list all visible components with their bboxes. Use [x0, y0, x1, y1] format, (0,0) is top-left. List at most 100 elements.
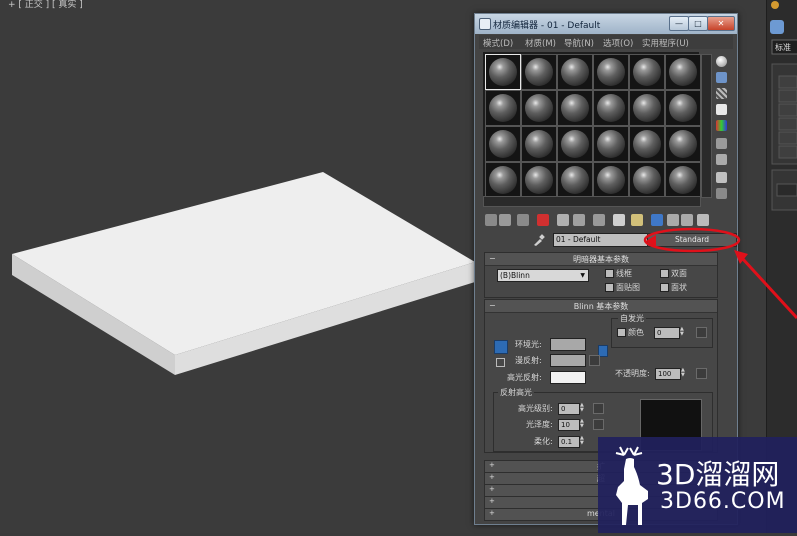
sample-slot[interactable]	[629, 126, 665, 162]
sample-slot[interactable]	[665, 126, 701, 162]
sample-uv-tiling-icon[interactable]	[716, 104, 727, 115]
material-id-icon[interactable]	[613, 214, 625, 226]
self-illum-title: 自发光	[618, 313, 646, 324]
diffuse-map-button[interactable]	[589, 355, 600, 366]
sample-slot[interactable]	[521, 90, 557, 126]
sample-slot[interactable]	[557, 90, 593, 126]
spec-level-spinner[interactable]: 0	[558, 403, 580, 415]
wire-checkbox[interactable]	[605, 269, 614, 278]
lock-ambient-diffuse-icon[interactable]	[494, 340, 508, 354]
specular-color-swatch[interactable]	[550, 371, 586, 384]
pick-material-icon[interactable]	[697, 214, 709, 226]
eyedropper-icon[interactable]	[533, 234, 545, 246]
put-to-scene-icon[interactable]	[499, 214, 511, 226]
reset-map-icon[interactable]	[537, 214, 549, 226]
two-sided-checkbox[interactable]	[660, 269, 669, 278]
sample-slot[interactable]	[593, 126, 629, 162]
sample-slot[interactable]	[521, 162, 557, 198]
put-to-library-icon[interactable]	[593, 214, 605, 226]
soften-label: 柔化:	[534, 437, 553, 446]
slots-vertical-scrollbar[interactable]	[701, 54, 712, 198]
menu-navigation[interactable]: 导航(N)	[564, 37, 594, 49]
slots-horizontal-scrollbar[interactable]	[483, 196, 701, 207]
show-end-result-icon[interactable]	[651, 214, 663, 226]
shader-type-dropdown[interactable]: (B)Blinn ▼	[497, 269, 589, 282]
rollout-header[interactable]: − 明暗器基本参数	[485, 253, 717, 266]
sample-slot[interactable]	[485, 54, 521, 90]
sample-slot[interactable]	[485, 126, 521, 162]
make-unique-icon[interactable]	[573, 214, 585, 226]
spinner-arrows-icon[interactable]: ▲ ▼	[580, 403, 586, 413]
spinner-arrows-icon[interactable]: ▲ ▼	[680, 327, 686, 337]
soften-spinner[interactable]: 0.1	[558, 436, 580, 448]
material-toolbar	[483, 213, 727, 229]
rollout-header[interactable]: − Blinn 基本参数	[485, 300, 717, 313]
lock-diffuse-specular-icon[interactable]	[496, 358, 505, 367]
sample-slot[interactable]	[665, 90, 701, 126]
material-type-button[interactable]: Standard	[647, 233, 737, 247]
sample-slot[interactable]	[485, 90, 521, 126]
get-material-icon[interactable]	[485, 214, 497, 226]
sample-slot[interactable]	[521, 126, 557, 162]
faceted-checkbox[interactable]	[660, 283, 669, 292]
show-map-icon[interactable]	[631, 214, 643, 226]
spec-level-map-button[interactable]	[593, 403, 604, 414]
minimize-button[interactable]: —	[669, 16, 689, 31]
video-color-check-icon[interactable]	[716, 120, 727, 131]
menu-mode[interactable]: 模式(D)	[483, 37, 513, 49]
sample-slot[interactable]	[593, 90, 629, 126]
glossiness-map-button[interactable]	[593, 419, 604, 430]
backlight-icon[interactable]	[716, 72, 727, 83]
material-sphere-preview	[669, 58, 697, 86]
assign-to-selection-icon[interactable]	[517, 214, 529, 226]
material-sphere-preview	[633, 58, 661, 86]
go-forward-icon[interactable]	[681, 214, 693, 226]
sample-slot[interactable]	[629, 90, 665, 126]
sample-slot[interactable]	[557, 162, 593, 198]
self-illum-color-checkbox[interactable]	[617, 328, 626, 337]
diffuse-color-swatch[interactable]	[550, 354, 586, 367]
sample-type-icon[interactable]	[716, 56, 727, 67]
self-illum-map-button[interactable]	[696, 327, 707, 338]
copy-material-icon[interactable]	[557, 214, 569, 226]
material-name-field[interactable]: 01 - Default	[553, 233, 649, 247]
opacity-map-button[interactable]	[696, 368, 707, 379]
material-sphere-preview	[597, 130, 625, 158]
sample-slot[interactable]	[557, 54, 593, 90]
opacity-spinner[interactable]: 100	[655, 368, 681, 380]
sample-slot[interactable]	[593, 54, 629, 90]
glossiness-spinner[interactable]: 10	[558, 419, 580, 431]
face-map-checkbox[interactable]	[605, 283, 614, 292]
go-to-parent-icon[interactable]	[667, 214, 679, 226]
spinner-arrows-icon[interactable]: ▲ ▼	[580, 419, 586, 429]
ambient-color-swatch[interactable]	[550, 338, 586, 351]
material-sphere-preview	[597, 58, 625, 86]
menu-options[interactable]: 选项(O)	[603, 37, 633, 49]
select-by-material-icon[interactable]	[716, 172, 727, 183]
maximize-button[interactable]: □	[688, 16, 708, 31]
sample-slot[interactable]	[665, 162, 701, 198]
spinner-arrows-icon[interactable]: ▲ ▼	[580, 436, 586, 446]
background-icon[interactable]	[716, 88, 727, 99]
close-button[interactable]: ✕	[707, 16, 735, 31]
sample-slot[interactable]	[629, 162, 665, 198]
options-icon[interactable]	[716, 154, 727, 165]
sample-slot[interactable]	[485, 162, 521, 198]
svg-text:标准: 标准	[775, 42, 791, 52]
two-sided-label: 双面	[671, 269, 687, 278]
spec-level-label: 高光级别:	[518, 404, 553, 413]
make-preview-icon[interactable]	[716, 138, 727, 149]
sample-slot[interactable]	[557, 126, 593, 162]
shader-type-value: (B)Blinn	[500, 271, 530, 280]
menu-material[interactable]: 材质(M)	[525, 37, 556, 49]
spinner-arrows-icon[interactable]: ▲ ▼	[681, 368, 687, 378]
menu-utilities[interactable]: 实用程序(U)	[642, 37, 689, 49]
sample-slot[interactable]	[665, 54, 701, 90]
sample-slot[interactable]	[521, 54, 557, 90]
self-illum-spinner[interactable]: 0	[654, 327, 680, 339]
material-sphere-preview	[633, 166, 661, 194]
sample-slot[interactable]	[629, 54, 665, 90]
sample-slot[interactable]	[593, 162, 629, 198]
material-navigator-icon[interactable]	[716, 188, 727, 199]
title-bar[interactable]: 材质编辑器 - 01 - Default — □ ✕	[475, 14, 737, 34]
